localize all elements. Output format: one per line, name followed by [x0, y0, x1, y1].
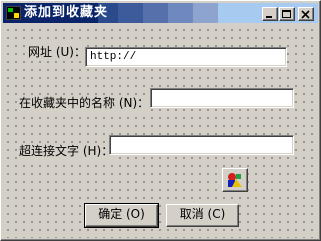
close-button[interactable] [298, 7, 314, 21]
link-text-input[interactable] [109, 135, 294, 155]
title-bar[interactable]: 添加到收藏夹 [3, 3, 318, 23]
link-text-label: 超连接文字 (H)： [19, 143, 114, 159]
app-icon [6, 6, 21, 20]
minimize-icon [266, 16, 272, 18]
shapes-button[interactable] [222, 168, 248, 192]
add-to-favorites-dialog: 添加到收藏夹 网址 (U)： http:// 在收藏夹中的名称 (N)： 超连接… [0, 0, 321, 241]
shapes-icon [228, 173, 242, 187]
minimize-button[interactable] [262, 7, 278, 21]
dialog-body: 网址 (U)： http:// 在收藏夹中的名称 (N)： 超连接文字 (H)：… [3, 23, 318, 238]
close-icon [301, 10, 310, 19]
url-input[interactable]: http:// [85, 47, 287, 67]
ok-button[interactable]: 确定 (O) [84, 203, 159, 228]
favorite-name-input[interactable] [150, 88, 294, 108]
cancel-button[interactable]: 取消 (C) [166, 204, 239, 227]
favorite-name-label: 在收藏夹中的名称 (N)： [19, 95, 150, 111]
maximize-icon [282, 10, 291, 18]
window-title: 添加到收藏夹 [24, 5, 109, 20]
maximize-button[interactable] [279, 7, 295, 21]
url-label: 网址 (U)： [28, 44, 86, 60]
